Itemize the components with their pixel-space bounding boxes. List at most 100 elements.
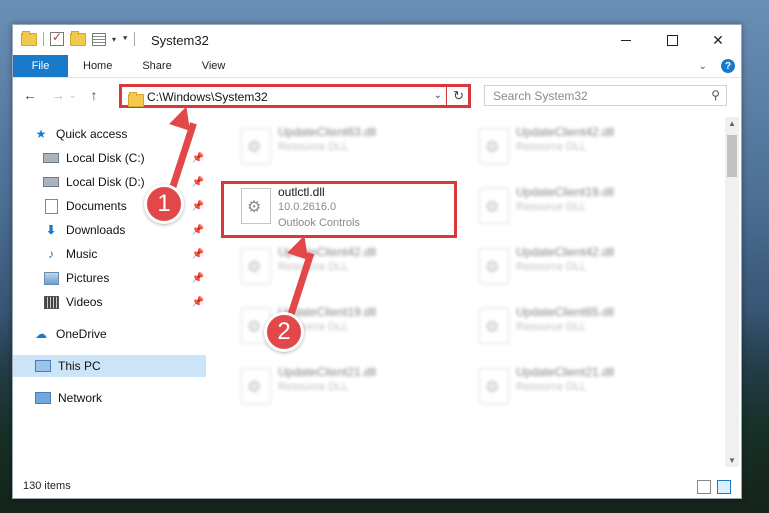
back-arrow-icon[interactable]: ← <box>23 87 37 103</box>
tab-home[interactable]: Home <box>68 55 127 77</box>
drive-icon <box>43 175 59 189</box>
step-badge-2: 2 <box>264 312 304 352</box>
sidebar-item-label: Videos <box>66 295 103 309</box>
pin-icon[interactable]: 📌 <box>192 297 204 308</box>
properties-check-icon[interactable] <box>50 30 64 46</box>
quick-access-toolbar: ▾ ⯆ <box>21 30 136 46</box>
folder-icon <box>21 30 37 46</box>
file-name: UpdateClient42.dll <box>516 125 615 139</box>
scroll-down-icon[interactable]: ▼ <box>728 456 736 465</box>
sidebar-item-label: Documents <box>66 199 127 213</box>
search-placeholder: Search System32 <box>493 89 588 103</box>
network-icon <box>35 391 51 405</box>
maximize-icon <box>666 34 678 46</box>
customize-arrow-icon[interactable]: ⯆ <box>122 34 128 44</box>
highlight-box <box>221 181 457 238</box>
file-type: Resource DLL <box>516 201 587 213</box>
file-item[interactable]: UpdateClient63.dll Resource DLL <box>234 119 458 169</box>
navigation-bar: ← → ⌄ ↑ C:\Windows\System32 ⌄ ↻ Search S… <box>13 78 741 114</box>
file-item[interactable]: UpdateClient42.dll Resource DLL <box>234 239 458 289</box>
new-folder-icon[interactable] <box>70 30 86 46</box>
computer-icon <box>35 359 51 373</box>
details-view-icon[interactable] <box>697 480 711 494</box>
file-name: UpdateClient65.dll <box>516 305 615 319</box>
status-bar: 130 items <box>13 476 741 498</box>
star-icon: ★ <box>35 127 47 141</box>
file-item[interactable]: UpdateClient19.dll Resource DLL <box>472 179 696 229</box>
videos-icon <box>43 295 59 309</box>
file-type: Resource DLL <box>278 261 349 273</box>
minimize-icon <box>621 39 631 41</box>
up-arrow-icon[interactable]: ↑ <box>91 87 98 103</box>
pin-icon[interactable]: 📌 <box>192 273 204 284</box>
file-item[interactable]: UpdateClient42.dll Resource DLL <box>472 119 696 169</box>
tab-view[interactable]: View <box>187 55 241 77</box>
scroll-up-icon[interactable]: ▲ <box>728 119 736 128</box>
search-input[interactable]: Search System32 ⚲ <box>484 85 727 106</box>
divider <box>43 32 44 46</box>
sidebar-item-pictures[interactable]: Pictures 📌 <box>43 267 208 289</box>
dll-file-icon <box>241 128 271 164</box>
search-icon[interactable]: ⚲ <box>711 88 720 102</box>
scroll-thumb[interactable] <box>727 135 737 177</box>
pin-icon[interactable]: 📌 <box>192 225 204 236</box>
close-button[interactable]: ✕ <box>695 25 741 55</box>
refresh-icon[interactable]: ↻ <box>453 88 464 104</box>
file-explorer-window: ▾ ⯆ System32 ✕ File Home Share View ⌄ ? … <box>12 24 742 499</box>
dll-file-icon <box>479 248 509 284</box>
file-item[interactable]: UpdateClient65.dll Resource DLL <box>472 299 696 349</box>
file-item[interactable]: UpdateClient21.dll Resource DLL <box>472 359 696 409</box>
file-name: UpdateClient63.dll <box>278 125 377 139</box>
address-bar[interactable]: C:\Windows\System32 ⌄ ↻ <box>119 84 471 108</box>
file-type: Resource DLL <box>516 261 587 273</box>
file-item[interactable]: UpdateClient21.dll Resource DLL <box>234 359 458 409</box>
customize-dropdown-icon[interactable]: ▾ <box>112 35 116 44</box>
tab-share[interactable]: Share <box>127 55 186 77</box>
large-icons-view-icon[interactable] <box>717 480 731 494</box>
dll-file-icon <box>479 308 509 344</box>
sidebar-item-label: Quick access <box>56 127 128 141</box>
sidebar-item-label: Local Disk (C:) <box>66 151 145 165</box>
drive-icon <box>43 151 59 165</box>
sidebar-item-downloads[interactable]: ⬇ Downloads 📌 <box>43 219 208 241</box>
address-dropdown-icon[interactable]: ⌄ <box>434 90 442 101</box>
item-count: 130 items <box>23 480 71 492</box>
dll-file-icon <box>479 128 509 164</box>
dll-file-icon <box>241 248 271 284</box>
dll-file-icon <box>241 368 271 404</box>
pin-icon[interactable]: 📌 <box>192 177 204 188</box>
sidebar-item-label: Network <box>58 391 103 405</box>
recent-locations-icon[interactable]: ⌄ <box>69 90 77 103</box>
tab-file[interactable]: File <box>13 55 68 77</box>
pin-icon[interactable]: 📌 <box>192 249 204 260</box>
sidebar-item-local-disk-d[interactable]: Local Disk (D:) 📌 <box>43 171 208 193</box>
pictures-icon <box>43 271 59 285</box>
file-item[interactable]: UpdateClient42.dll Resource DLL <box>472 239 696 289</box>
sidebar-item-videos[interactable]: Videos 📌 <box>43 291 208 313</box>
ribbon-right-controls: ⌄ ? <box>699 59 735 73</box>
file-type: Resource DLL <box>516 141 587 153</box>
file-type: Resource DLL <box>516 321 587 333</box>
forward-arrow-icon[interactable]: → <box>51 87 65 103</box>
sidebar-item-network[interactable]: Network <box>35 387 208 409</box>
pin-icon[interactable]: 📌 <box>192 201 204 212</box>
sidebar-item-label: Local Disk (D:) <box>66 175 145 189</box>
file-name: UpdateClient21.dll <box>278 365 377 379</box>
divider <box>134 32 136 46</box>
maximize-button[interactable] <box>649 25 695 55</box>
vertical-scrollbar[interactable]: ▲ ▼ <box>725 117 739 467</box>
properties-icon[interactable] <box>92 32 106 46</box>
help-icon[interactable]: ? <box>721 59 735 73</box>
address-path[interactable]: C:\Windows\System32 <box>147 90 268 104</box>
sidebar-item-label: Pictures <box>66 271 110 285</box>
view-toggle <box>697 480 731 494</box>
sidebar-item-onedrive[interactable]: ☁ OneDrive <box>33 323 208 345</box>
download-icon: ⬇ <box>45 223 57 237</box>
minimize-button[interactable] <box>603 25 649 55</box>
nav-buttons: ← → ⌄ ↑ <box>23 87 98 103</box>
pin-icon[interactable]: 📌 <box>192 153 204 164</box>
folder-icon <box>128 92 144 107</box>
sidebar-item-music[interactable]: ♪ Music 📌 <box>43 243 208 265</box>
expand-ribbon-icon[interactable]: ⌄ <box>699 61 707 72</box>
sidebar-item-this-pc[interactable]: This PC <box>13 355 206 377</box>
